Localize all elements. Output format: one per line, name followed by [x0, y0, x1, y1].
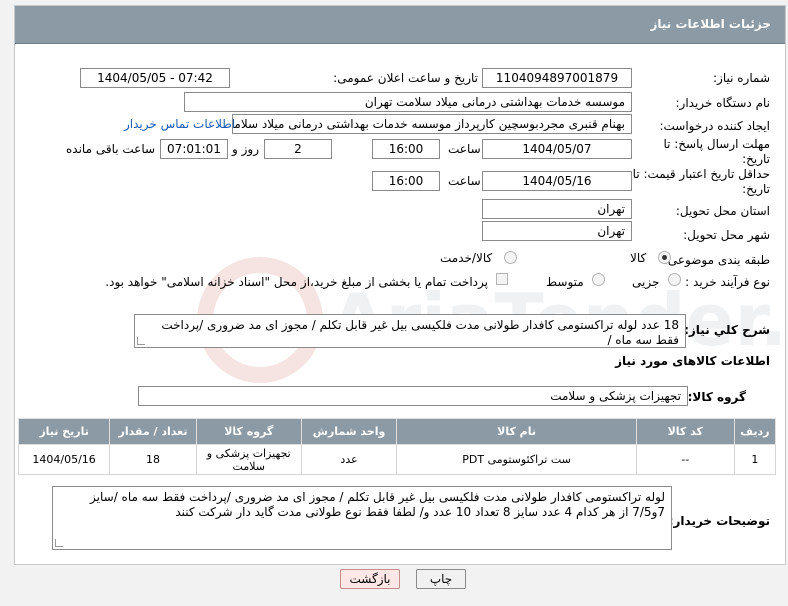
cell-qty: 18: [109, 444, 197, 475]
cell-date: 1404/05/16: [17, 444, 111, 475]
need-number-field: 1104094897001879: [482, 68, 632, 88]
buyer-notes-label: توضیحات خریدار:: [668, 514, 770, 528]
category-label: طبقه بندی موضوعی:: [663, 253, 770, 267]
price-time-label: ساعت: [448, 174, 481, 188]
resize-handle[interactable]: [55, 539, 63, 547]
back-button[interactable]: بازگشت: [340, 569, 400, 589]
reply-deadline-label: مهلت ارسال پاسخ: تا تاریخ:: [663, 137, 770, 166]
city-label: شهر محل تحویل:: [683, 228, 770, 242]
cell-code: --: [635, 444, 735, 475]
process-partial-radio[interactable]: [668, 273, 681, 286]
table-row: 1 -- ست تراکئوستومی PDT عدد تجهیزات پزشک…: [17, 444, 777, 475]
reply-date-field: 1404/05/07: [482, 139, 632, 159]
city-field: تهران: [482, 221, 632, 241]
col-row-header: ردیف: [733, 418, 777, 445]
goods-group-field: تجهیزات پزشکی و سلامت: [138, 386, 688, 406]
goods-info-heading: اطلاعات کالاهای مورد نیاز: [615, 354, 770, 368]
announce-label: تاریخ و ساعت اعلان عمومی:: [333, 71, 478, 85]
need-number-label: شماره نیاز:: [713, 71, 770, 85]
announce-field: 1404/05/05 - 07:42: [80, 68, 230, 88]
cell-name: ست تراکئوستومی PDT: [396, 444, 637, 475]
panel-header: جزئیات اطلاعات نیاز: [15, 6, 785, 44]
price-date-field: 1404/05/16: [482, 171, 632, 191]
process-label: نوع فرآیند خرید :: [685, 275, 770, 289]
days-label: روز و: [232, 142, 259, 156]
reply-time-label: ساعت: [448, 142, 481, 156]
buyer-notes-textarea[interactable]: لوله تراکستومی کافدار طولانی مدت فلکیسی …: [52, 486, 672, 550]
category-goods-text: کالا: [630, 251, 647, 265]
category-goods-service-text: کالا/خدمت: [440, 251, 493, 265]
col-name-header: نام کالا: [396, 418, 637, 445]
cell-group: تجهیزات پزشکی و سلامت: [195, 444, 302, 475]
panel-title: جزئیات اطلاعات نیاز: [650, 17, 771, 31]
requester-field: بهنام قنبری مجردبوسچین کارپرداز موسسه خد…: [232, 114, 632, 134]
days-count-field: 2: [264, 139, 332, 159]
buyer-notes-text: لوله تراکستومی کافدار طولانی مدت فلکیسی …: [90, 490, 665, 519]
buyer-org-label: نام دستگاه خریدار:: [675, 96, 771, 110]
col-group-header: گروه کالا: [195, 418, 302, 445]
payment-note: پرداخت تمام یا بخشی از مبلغ خرید،از محل …: [105, 275, 488, 289]
cell-unit: عدد: [300, 444, 398, 475]
col-date-header: تاریخ نیاز: [17, 418, 111, 445]
col-qty-header: تعداد / مقدار: [109, 418, 197, 445]
general-desc-label: شرح کلي نياز:: [684, 323, 770, 337]
reply-time-field: 16:00: [372, 139, 440, 159]
treasury-payment-checkbox[interactable]: [496, 273, 508, 285]
table-header-row: ردیف کد کالا نام کالا واحد شمارش گروه کا…: [17, 418, 777, 445]
general-desc-textarea[interactable]: 18 عدد لوله تراکستومی کافدار طولانی مدت …: [134, 314, 686, 348]
buyer-org-field: موسسه خدمات بهداشتی درمانی میلاد سلامت ت…: [184, 92, 632, 112]
process-medium-text: متوسط: [546, 275, 584, 289]
price-validity-label: حداقل تاریخ اعتبار قیمت: تا تاریخ:: [632, 167, 770, 196]
province-field: تهران: [482, 199, 632, 219]
col-unit-header: واحد شمارش: [300, 418, 398, 445]
goods-table: ردیف کد کالا نام کالا واحد شمارش گروه کا…: [17, 418, 777, 475]
contact-buyer-link[interactable]: اطلاعات تماس خریدار: [124, 117, 235, 131]
price-time-field: 16:00: [372, 171, 440, 191]
category-goods-radio[interactable]: [658, 251, 671, 264]
process-partial-text: جزیی: [632, 275, 660, 289]
col-code-header: کد کالا: [635, 418, 735, 445]
requester-label: ایجاد کننده درخواست:: [659, 119, 770, 133]
resize-handle[interactable]: [137, 337, 145, 345]
goods-group-label: گروه کالا:: [687, 390, 746, 404]
remaining-time-field: 07:01:01: [160, 139, 228, 159]
category-goods-service-radio[interactable]: [504, 251, 517, 264]
print-button[interactable]: چاپ: [416, 569, 466, 589]
cell-row: 1: [733, 444, 777, 475]
general-desc-text: 18 عدد لوله تراکستومی کافدار طولانی مدت …: [161, 318, 679, 347]
process-medium-radio[interactable]: [592, 273, 605, 286]
remaining-label: ساعت باقی مانده: [66, 142, 156, 156]
province-label: استان محل تحویل:: [675, 204, 770, 218]
